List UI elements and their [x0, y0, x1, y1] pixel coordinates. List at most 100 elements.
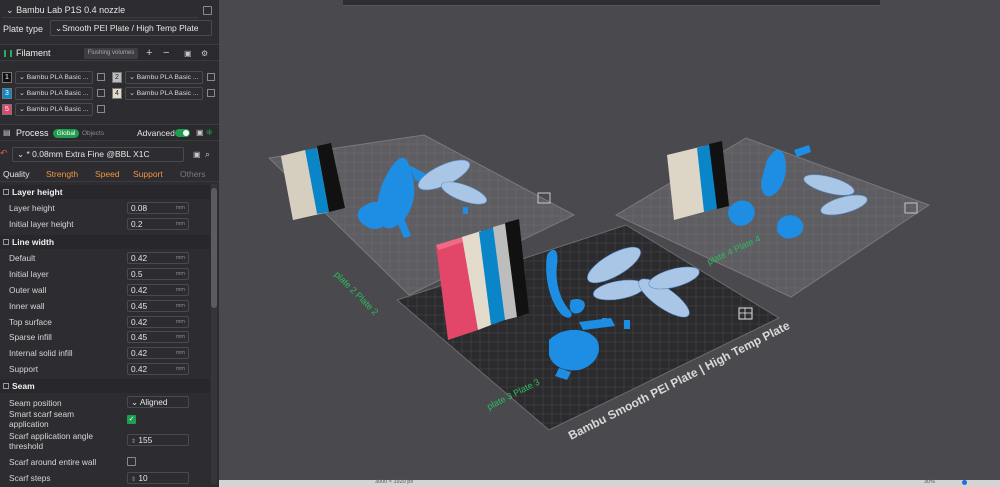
add-filament-icon[interactable]: + [146, 47, 152, 59]
line-width-support-input[interactable]: 0.42 mm [127, 363, 189, 375]
line-width-outer-wall-input[interactable]: 0.42 mm [127, 284, 189, 296]
settings-sidebar: ⌄ Bambu Lab P1S 0.4 nozzle Plate type ⌄S… [0, 0, 219, 487]
filament-swatch[interactable]: 3 [2, 88, 12, 99]
flushing-volumes-button[interactable]: Flushing volumes [84, 48, 138, 59]
objects-toggle[interactable]: Objects [80, 129, 106, 138]
3d-viewport[interactable]: plate 2 Plate 2 plate 4 Plate 4 Bambu Sm… [219, 0, 1000, 487]
param-unit: mm [175, 287, 185, 293]
line-width-internal-solid-infill-input[interactable]: 0.42 mm [127, 347, 189, 359]
remove-filament-icon[interactable]: − [163, 47, 169, 59]
edit-filament-icon[interactable] [207, 89, 215, 97]
edit-filament-icon[interactable] [97, 73, 105, 81]
line-width-top-surface-input[interactable]: 0.42 mm [127, 316, 189, 328]
line-width-default-input[interactable]: 0.42 mm [127, 252, 189, 264]
filament-select[interactable]: ⌄ Bambu PLA Basic ... [125, 71, 203, 84]
param-value: 0.42 [131, 253, 148, 263]
filament-swatch[interactable]: 5 [2, 104, 12, 115]
smart-scarf-checkbox[interactable]: ✓ [127, 415, 136, 424]
filament-icon [4, 50, 12, 57]
advanced-switch[interactable] [175, 129, 190, 137]
edit-filament-icon[interactable] [97, 105, 105, 113]
settings-scrollbar[interactable] [211, 184, 217, 484]
stepper-icon: ⇕ [131, 439, 137, 445]
filament-item-4[interactable]: 4 ⌄ Bambu PLA Basic ... [112, 87, 216, 100]
initial-layer-height-input[interactable]: 0.2 mm [127, 218, 189, 230]
tab-strength[interactable]: Strength [46, 169, 78, 179]
settings-gear-icon[interactable]: ⚙ [201, 49, 208, 58]
param-label: Outer wall [9, 285, 47, 295]
param-value: 0.42 [131, 285, 148, 295]
line-width-inner-wall-input[interactable]: 0.45 mm [127, 300, 189, 312]
filament-swatch[interactable]: 2 [112, 72, 122, 83]
process-preset-select[interactable]: ⌄ * 0.08mm Extra Fine @BBL X1C [12, 147, 184, 162]
global-toggle[interactable]: Global [53, 129, 79, 138]
seam-icon [3, 383, 9, 389]
scarf-angle-label: Scarf application angle threshold [9, 431, 93, 451]
compare-icon[interactable]: ▣ [196, 128, 204, 137]
filament-name: Bambu PLA Basic ... [26, 106, 89, 113]
sync-filament-icon[interactable]: ▣ [184, 49, 192, 58]
filament-item-2[interactable]: 2 ⌄ Bambu PLA Basic ... [112, 71, 216, 84]
filament-name: Bambu PLA Basic ... [136, 74, 199, 81]
status-zoom: 30% [924, 479, 936, 485]
scarf-entire-checkbox[interactable] [127, 457, 136, 466]
plate-type-select[interactable]: ⌄Smooth PEI Plate / High Temp Plate [50, 20, 212, 36]
zoom-slider-handle[interactable] [962, 480, 967, 485]
stepper-icon: ⇕ [131, 477, 137, 483]
edit-filament-icon[interactable] [207, 73, 215, 81]
scarf-steps-label: Scarf steps [9, 473, 51, 483]
filament-item-5[interactable]: 5 ⌄ Bambu PLA Basic ... [2, 103, 106, 116]
param-value: 0.45 [131, 301, 148, 311]
tab-speed[interactable]: Speed [95, 169, 120, 179]
tab-support[interactable]: Support [133, 169, 163, 179]
param-value: 0.42 [131, 317, 148, 327]
printer-select[interactable]: ⌄ Bambu Lab P1S 0.4 nozzle [2, 3, 198, 18]
param-unit: mm [175, 255, 185, 261]
filament-name: Bambu PLA Basic ... [136, 90, 199, 97]
filament-select[interactable]: ⌄ Bambu PLA Basic ... [15, 87, 93, 100]
edit-filament-icon[interactable] [97, 89, 105, 97]
status-bar: 3000 × 1920 px 30% [219, 479, 1000, 487]
filament-item-1[interactable]: 1 ⌄ Bambu PLA Basic ... [2, 71, 106, 84]
filament-name: Bambu PLA Basic ... [26, 74, 89, 81]
chevron-down-icon: ⌄ [6, 5, 14, 15]
line-width-initial-layer-input[interactable]: 0.5 mm [127, 268, 189, 280]
filament-select[interactable]: ⌄ Bambu PLA Basic ... [15, 71, 93, 84]
params-icon[interactable]: ⁜ [206, 128, 213, 137]
filament-select[interactable]: ⌄ Bambu PLA Basic ... [15, 103, 93, 116]
chevron-down-icon: ⌄ [17, 149, 25, 159]
param-value: 0.42 [131, 364, 148, 374]
seam-position-select[interactable]: ⌄ Aligned [127, 396, 189, 408]
scarf-angle-input[interactable]: ⇕ 155 [127, 434, 189, 446]
param-label: Top surface [9, 317, 52, 327]
layer-height-input[interactable]: 0.08 mm [127, 202, 189, 214]
scrollbar-thumb[interactable] [211, 188, 217, 308]
filament-select[interactable]: ⌄ Bambu PLA Basic ... [125, 87, 203, 100]
edit-printer-icon[interactable] [203, 6, 212, 15]
plate-2-label-text: plate 2 Plate 2 [333, 269, 381, 317]
tab-others[interactable]: Others [180, 169, 206, 179]
filament-swatch[interactable]: 1 [2, 72, 12, 83]
process-icon: ▤ [3, 128, 11, 137]
filament-swatch[interactable]: 4 [112, 88, 122, 99]
status-resolution: 3000 × 1920 px [375, 479, 414, 485]
printer-name: Bambu Lab P1S 0.4 nozzle [16, 5, 126, 15]
tab-quality[interactable]: Quality [3, 169, 29, 179]
filament-item-3[interactable]: 3 ⌄ Bambu PLA Basic ... [2, 87, 106, 100]
line-width-icon [3, 239, 9, 245]
param-label: Layer height [9, 203, 55, 213]
param-label: Internal solid infill [9, 348, 73, 358]
reset-icon[interactable]: ↶ [0, 148, 8, 159]
param-unit: mm [175, 221, 185, 227]
process-preset-value: * 0.08mm Extra Fine @BBL X1C [26, 149, 150, 159]
save-preset-icon[interactable]: ▣ [193, 150, 201, 159]
scarf-steps-input[interactable]: ⇕ 10 [127, 472, 189, 484]
layer-height-header: Layer height [0, 185, 210, 199]
param-value: 0.5 [131, 269, 143, 279]
line-width-sparse-infill-input[interactable]: 0.45 mm [127, 331, 189, 343]
param-label: Default [9, 253, 36, 263]
advanced-label: Advanced [137, 128, 175, 138]
search-icon[interactable]: ⌕ [205, 149, 210, 160]
param-label: Initial layer height [9, 219, 74, 229]
plate-type-label: Plate type [3, 24, 44, 34]
